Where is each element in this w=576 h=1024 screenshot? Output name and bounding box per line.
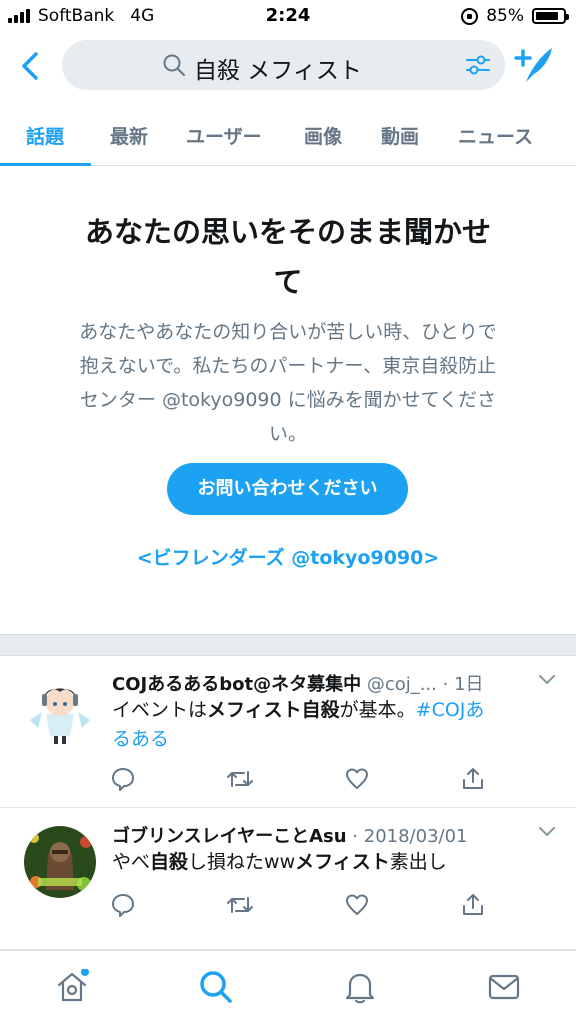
- search-icon: [163, 54, 185, 76]
- status-bar: SoftBank 4G 2:24 85%: [0, 0, 576, 34]
- tweet-header: ゴブリンスレイヤーことAsu · 2018/03/01: [112, 822, 522, 848]
- nav-search[interactable]: [198, 969, 234, 1005]
- battery-percent: 85%: [486, 6, 524, 26]
- contact-button[interactable]: お問い合わせください: [167, 463, 408, 515]
- filter-icon[interactable]: [465, 53, 491, 77]
- back-button[interactable]: [14, 46, 48, 86]
- tweet-text-highlight: メフィスト: [295, 851, 390, 873]
- prompt-title-line: あなたの思いをそのまま聞かせ: [84, 215, 491, 249]
- tweet-time: · 2018/03/01: [352, 826, 468, 847]
- notifications-icon: [345, 973, 375, 1004]
- search-input[interactable]: 自殺 メフィスト: [62, 40, 505, 90]
- support-prompt: あなたの思いをそのまま聞かせ て あなたやあなたの知り合いが苦しい時、ひとりで …: [0, 167, 576, 634]
- chevron-left-icon: [22, 52, 38, 80]
- reply-icon[interactable]: [110, 766, 136, 792]
- nav-home[interactable]: [54, 968, 90, 1005]
- tweet-text-part: が基本。: [339, 699, 416, 721]
- prompt-body: あなたやあなたの知り合いが苦しい時、ひとりで 抱えないで。私たちのパートナー、東…: [50, 315, 526, 451]
- battery-icon: [532, 8, 569, 24]
- prompt-title-line: て: [273, 265, 303, 299]
- avatar-image: [24, 674, 96, 746]
- prompt-title: あなたの思いをそのまま聞かせ て: [48, 207, 528, 307]
- chevron-down-icon[interactable]: [538, 826, 556, 838]
- hashtag-link[interactable]: るある: [112, 728, 169, 750]
- reply-icon[interactable]: [110, 892, 136, 918]
- tab-users[interactable]: ユーザー: [186, 122, 262, 149]
- tab-photos[interactable]: 画像: [304, 122, 342, 149]
- tweet-text-part: し損ねたww: [188, 851, 296, 873]
- section-divider: [0, 634, 576, 656]
- retweet-icon[interactable]: [226, 766, 254, 792]
- tweet-text-part: イベントは: [112, 699, 208, 721]
- tweet-actions: [110, 892, 490, 922]
- like-icon[interactable]: [344, 892, 370, 918]
- tweet[interactable]: ゴブリンスレイヤーことAsu · 2018/03/01 やべ自殺し損ねたwwメフ…: [0, 808, 576, 950]
- tab-top[interactable]: 話題: [26, 122, 64, 149]
- prompt-body-line: 抱えないで。私たちのパートナー、東京自殺防止: [79, 355, 497, 377]
- avatar[interactable]: [24, 826, 96, 898]
- author-name[interactable]: COJあるあるbot@ネタ募集中: [112, 674, 361, 695]
- prompt-body-line: センター @tokyo9090 に悩みを聞かせてくださ: [79, 389, 497, 411]
- home-icon: [57, 968, 89, 1002]
- prompt-body-line: あなたやあなたの知り合いが苦しい時、ひとりで: [79, 321, 497, 343]
- tweet-time: · 1日: [442, 674, 484, 695]
- search-icon: [200, 971, 232, 1003]
- nav-notifications[interactable]: [342, 969, 378, 1005]
- tab-news[interactable]: ニュース: [458, 122, 533, 149]
- tweet-header: COJあるあるbot@ネタ募集中 @coj_... · 1日: [112, 670, 522, 696]
- avatar[interactable]: [24, 674, 96, 746]
- tweet-actions: [110, 766, 490, 796]
- status-right: 85%: [461, 6, 569, 26]
- active-tab-indicator: [0, 163, 91, 166]
- hashtag-link[interactable]: #COJあ: [416, 699, 485, 721]
- tweet-text-part: やべ: [112, 851, 151, 873]
- share-icon[interactable]: [460, 766, 486, 792]
- messages-icon: [488, 974, 520, 1000]
- tab-videos[interactable]: 動画: [381, 122, 419, 149]
- share-icon[interactable]: [460, 892, 486, 918]
- prompt-body-line: い。: [268, 423, 307, 445]
- nav-messages[interactable]: [486, 969, 522, 1005]
- bottom-nav: [0, 950, 576, 1024]
- tweet-text-highlight: メフィスト自殺: [207, 699, 340, 721]
- rotation-lock-icon: [461, 7, 479, 25]
- tweet-text-highlight: 自殺: [150, 851, 189, 873]
- tweet[interactable]: COJあるあるbot@ネタ募集中 @coj_... · 1日 イベントはメフィス…: [0, 656, 576, 808]
- retweet-icon[interactable]: [226, 892, 254, 918]
- like-icon[interactable]: [344, 766, 370, 792]
- notification-badge: [81, 968, 89, 976]
- tweet-text: やべ自殺し損ねたwwメフィスト素出し: [112, 848, 542, 877]
- tweet-text-part: 素出し: [389, 851, 447, 873]
- search-tabs: 話題 最新 ユーザー 画像 動画 ニュース: [0, 104, 576, 166]
- search-header: 自殺 メフィスト: [0, 38, 576, 94]
- avatar-image: [24, 826, 96, 898]
- compose-button[interactable]: [512, 44, 556, 88]
- tweet-text: イベントはメフィスト自殺が基本。#COJあるある: [112, 696, 542, 754]
- tab-latest[interactable]: 最新: [110, 122, 148, 149]
- search-query: 自殺 メフィスト: [194, 58, 362, 84]
- chevron-down-icon[interactable]: [538, 674, 556, 686]
- befrienders-link[interactable]: <ビフレンダーズ @tokyo9090>: [0, 543, 576, 570]
- compose-icon: [514, 48, 552, 82]
- author-name[interactable]: ゴブリンスレイヤーことAsu: [112, 826, 347, 847]
- author-handle: @coj_...: [366, 674, 437, 695]
